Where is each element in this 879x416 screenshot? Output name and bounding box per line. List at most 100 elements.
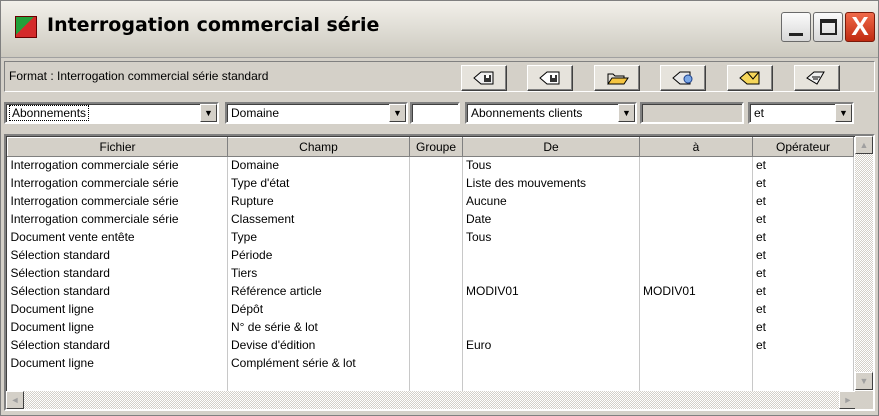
table-cell[interactable] <box>462 300 640 319</box>
minimize-button[interactable] <box>781 12 811 42</box>
table-cell[interactable] <box>639 174 753 193</box>
table-cell[interactable]: et <box>752 210 854 229</box>
table-cell[interactable] <box>462 264 640 283</box>
table-cell[interactable]: Tiers <box>227 264 410 283</box>
table-cell[interactable]: Type <box>227 228 410 247</box>
table-cell[interactable] <box>639 300 753 319</box>
table-cell[interactable]: Devise d'édition <box>227 336 410 355</box>
table-cell[interactable] <box>409 318 463 337</box>
operateur-combo[interactable]: et ▼ <box>748 102 854 124</box>
table-cell[interactable]: Date <box>462 210 640 229</box>
table-cell[interactable]: Rupture <box>227 192 410 211</box>
column-header[interactable]: Groupe <box>409 137 463 157</box>
table-cell[interactable]: et <box>752 282 854 301</box>
horizontal-scrollbar[interactable]: ◄ ► <box>6 391 857 409</box>
table-cell[interactable] <box>462 246 640 265</box>
chevron-down-icon[interactable]: ▼ <box>835 104 852 122</box>
table-row[interactable]: Interrogation commerciale série Type d'ét… <box>7 174 854 193</box>
scroll-left-button[interactable]: ◄ <box>6 391 24 409</box>
table-row[interactable]: Interrogation commerciale série Rupture Au… <box>7 192 854 211</box>
scroll-up-button[interactable]: ▲ <box>855 136 873 154</box>
table-cell[interactable]: Sélection standard <box>7 246 228 265</box>
scroll-down-button[interactable]: ▼ <box>855 372 873 390</box>
title-bar[interactable]: Interrogation commercial série X <box>1 1 878 58</box>
table-row[interactable]: Sélection standard Tiers et <box>7 264 854 283</box>
de-combo[interactable]: Abonnements clients ▼ <box>465 102 637 124</box>
table-row[interactable]: Document ligne Dépôt et <box>7 300 854 319</box>
table-cell[interactable] <box>639 318 753 337</box>
column-header[interactable]: De <box>462 137 640 157</box>
refresh-button[interactable] <box>660 65 706 91</box>
table-cell[interactable]: Référence article <box>227 282 410 301</box>
save-as-format-button[interactable] <box>527 65 573 91</box>
mail-button[interactable] <box>727 65 773 91</box>
table-cell[interactable]: Interrogation commerciale série <box>7 156 228 175</box>
save-format-button[interactable] <box>461 65 507 91</box>
table-cell[interactable]: Période <box>227 246 410 265</box>
criteria-grid[interactable]: Fichier Champ Groupe De à Opérateur Interroga… <box>4 134 875 411</box>
table-cell[interactable]: et <box>752 192 854 211</box>
table-cell[interactable]: Sélection standard <box>7 336 228 355</box>
table-cell[interactable] <box>409 228 463 247</box>
table-cell[interactable]: Classement <box>227 210 410 229</box>
table-cell[interactable]: MODIV01 <box>639 282 753 301</box>
table-cell[interactable] <box>409 156 463 175</box>
table-cell[interactable]: Type d'état <box>227 174 410 193</box>
column-header[interactable]: Fichier <box>7 137 228 157</box>
table-cell[interactable]: Complément série & lot <box>227 354 410 373</box>
table-cell[interactable]: et <box>752 174 854 193</box>
table-cell[interactable]: Liste des mouvements <box>462 174 640 193</box>
table-cell[interactable]: Document ligne <box>7 318 228 337</box>
table-cell[interactable] <box>409 174 463 193</box>
table-cell[interactable] <box>639 210 753 229</box>
table-cell[interactable] <box>409 354 463 373</box>
table-cell[interactable] <box>409 300 463 319</box>
table-row[interactable]: Document ligne N° de série & lot et <box>7 318 854 337</box>
table-cell[interactable] <box>639 354 753 373</box>
table-cell[interactable]: Interrogation commerciale série <box>7 192 228 211</box>
table-row[interactable]: Interrogation commerciale série Classemen… <box>7 210 854 229</box>
groupe-field[interactable] <box>410 102 460 124</box>
table-cell[interactable] <box>409 192 463 211</box>
table-cell[interactable]: et <box>752 318 854 337</box>
table-cell[interactable] <box>639 246 753 265</box>
table-row[interactable]: Interrogation commerciale série Domaine To… <box>7 156 854 175</box>
table-cell[interactable]: MODIV01 <box>462 282 640 301</box>
table-cell[interactable] <box>639 228 753 247</box>
open-format-button[interactable] <box>594 65 640 91</box>
table-cell[interactable] <box>409 264 463 283</box>
table-cell[interactable]: et <box>752 156 854 175</box>
column-header[interactable]: Opérateur <box>752 137 854 157</box>
table-cell[interactable] <box>409 336 463 355</box>
fichier-combo[interactable]: Abonnements ▼ <box>4 102 219 124</box>
table-cell[interactable]: Dépôt <box>227 300 410 319</box>
table-cell[interactable] <box>409 210 463 229</box>
table-cell[interactable]: N° de série & lot <box>227 318 410 337</box>
table-cell[interactable] <box>409 282 463 301</box>
table-cell[interactable] <box>409 246 463 265</box>
table-cell[interactable] <box>639 336 753 355</box>
table-cell[interactable] <box>752 354 854 373</box>
chevron-down-icon[interactable]: ▼ <box>618 104 635 122</box>
table-cell[interactable]: Euro <box>462 336 640 355</box>
table-cell[interactable] <box>639 264 753 283</box>
table-cell[interactable]: Sélection standard <box>7 264 228 283</box>
table-cell[interactable] <box>462 354 640 373</box>
table-cell[interactable]: Aucune <box>462 192 640 211</box>
table-cell[interactable]: Sélection standard <box>7 282 228 301</box>
maximize-button[interactable] <box>813 12 843 42</box>
table-cell[interactable]: et <box>752 246 854 265</box>
table-cell[interactable]: Tous <box>462 156 640 175</box>
table-cell[interactable]: Interrogation commerciale série <box>7 210 228 229</box>
chevron-down-icon[interactable]: ▼ <box>389 104 406 122</box>
table-cell[interactable]: et <box>752 228 854 247</box>
column-header[interactable]: à <box>639 137 753 157</box>
table-row[interactable]: Document ligne Complément série & lot <box>7 354 854 373</box>
table-cell[interactable]: et <box>752 264 854 283</box>
table-row[interactable]: Document vente entête Type Tous et <box>7 228 854 247</box>
vertical-scrollbar[interactable]: ▲ ▼ <box>855 136 873 390</box>
table-cell[interactable] <box>639 192 753 211</box>
table-cell[interactable]: Document vente entête <box>7 228 228 247</box>
table-cell[interactable]: Document ligne <box>7 354 228 373</box>
table-cell[interactable]: Tous <box>462 228 640 247</box>
